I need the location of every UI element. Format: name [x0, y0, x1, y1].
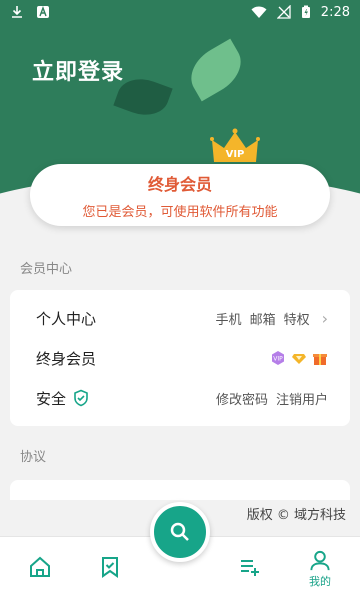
nav-queue[interactable] — [230, 555, 270, 595]
nav-mine-label: 我的 — [309, 575, 331, 588]
member-badges: VIP — [270, 350, 328, 366]
vip-badge-label: VIP — [273, 356, 283, 363]
status-bar: 2:28 — [0, 0, 360, 24]
person-icon — [310, 550, 330, 571]
playlist-add-icon — [241, 560, 259, 576]
delete-account-link[interactable]: 注销用户 — [276, 389, 328, 408]
member-center-card: 个人中心 手机 邮箱 特权 › 终身会员 VIP 安全 修改密码 注销用户 — [10, 290, 350, 426]
battery-icon — [301, 5, 310, 18]
vip-title: 终身会员 — [147, 175, 212, 194]
row-label: 个人中心 — [36, 309, 97, 328]
wifi-icon — [251, 6, 267, 18]
row-security[interactable]: 安全 修改密码 注销用户 — [10, 378, 350, 418]
copyright-text: 版权 © 域方科技 — [246, 508, 346, 523]
privilege-link[interactable]: 特权 — [284, 309, 310, 328]
phone-link[interactable]: 手机 — [216, 309, 242, 328]
leaf-decoration — [181, 38, 251, 102]
gift-icon — [313, 354, 327, 365]
section-label-protocol: 协议 — [20, 450, 47, 465]
row-personal-center[interactable]: 个人中心 手机 邮箱 特权 › — [10, 298, 350, 338]
row-label: 安全 — [36, 389, 67, 408]
change-password-link[interactable]: 修改密码 — [216, 389, 268, 408]
row-label-security: 安全 — [36, 388, 90, 409]
status-time: 2:28 — [320, 4, 350, 20]
row-lifetime-member[interactable]: 终身会员 VIP — [10, 338, 350, 378]
search-icon — [170, 522, 189, 541]
row-right: 手机 邮箱 特权 › — [216, 309, 328, 328]
bookmark-check-icon — [102, 557, 118, 578]
login-button[interactable]: 立即登录 — [32, 54, 124, 86]
home-icon — [30, 556, 50, 577]
nav-home[interactable] — [20, 555, 60, 595]
nav-bookmark[interactable] — [90, 555, 130, 595]
no-signal-icon — [276, 5, 291, 19]
vip-subtitle: 您已是会员，可使用软件所有功能 — [82, 205, 278, 220]
download-icon — [12, 6, 22, 18]
section-label-member-center: 会员中心 — [20, 262, 73, 277]
row-right: 修改密码 注销用户 — [216, 389, 328, 408]
email-link[interactable]: 邮箱 — [250, 309, 276, 328]
chevron-right-icon: › — [321, 308, 328, 328]
vip-crown-icon: VIP — [210, 128, 260, 162]
app-notification-icon — [37, 6, 49, 18]
nav-mine[interactable]: 我的 — [300, 549, 340, 589]
shield-check-icon — [74, 389, 88, 407]
row-label: 终身会员 — [36, 349, 97, 368]
vip-status-card[interactable]: 终身会员 您已是会员，可使用软件所有功能 — [30, 164, 330, 226]
search-fab-button[interactable] — [150, 502, 210, 562]
vip-badge-icon: VIP — [272, 351, 284, 365]
vip-crown-badge: VIP — [226, 149, 245, 160]
diamond-icon — [292, 354, 306, 364]
protocol-card — [10, 480, 350, 500]
